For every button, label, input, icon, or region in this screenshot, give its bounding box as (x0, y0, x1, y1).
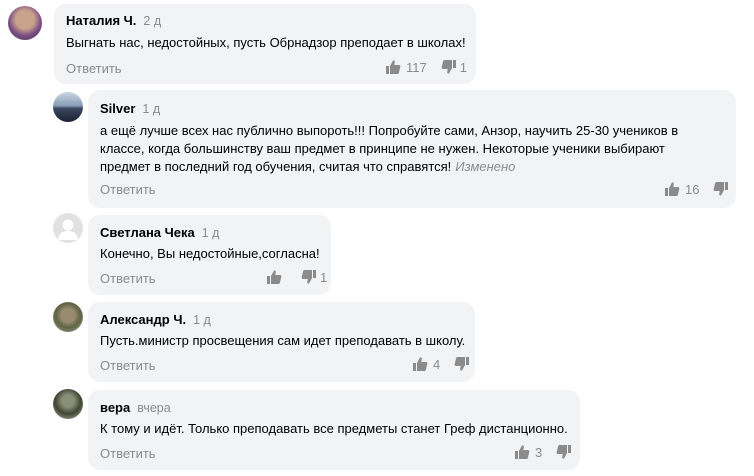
thumbs-down-icon (454, 357, 470, 371)
like-count: 117 (406, 59, 427, 75)
like-count: 3 (535, 444, 543, 460)
thumbs-down-icon (556, 445, 572, 459)
reply-button[interactable]: Ответить (100, 271, 156, 286)
comment-time: 1 д (201, 226, 220, 240)
dislike-button[interactable]: 1 (441, 59, 467, 75)
comment-time: 2 д (143, 14, 162, 28)
comment-header: Наталия Ч. 2 д (66, 12, 161, 30)
like-button[interactable]: 16 (664, 181, 699, 197)
comment-text: Конечно, Вы недостойные,согласна! (100, 245, 325, 263)
like-button[interactable] (266, 269, 287, 285)
thumbs-down-icon (714, 182, 729, 196)
like-count: 16 (685, 181, 700, 197)
thumbs-up-icon (386, 60, 401, 74)
vote-controls: 4 (412, 356, 475, 372)
thumbs-up-icon (413, 357, 428, 371)
comment-time: вчера (137, 401, 171, 415)
like-button[interactable]: 4 (412, 356, 440, 372)
thumbs-down-icon (301, 270, 316, 284)
avatar[interactable] (53, 213, 83, 243)
comment-header: Светлана Чека 1 д (100, 224, 219, 242)
comment-text-body: Пусть.министр просвещения сам идет препо… (100, 333, 466, 348)
author-name[interactable]: Александр Ч. (100, 312, 186, 327)
comment-header: Александр Ч. 1 д (100, 311, 211, 329)
like-count: 4 (433, 356, 441, 372)
reply-button[interactable]: Ответить (100, 446, 156, 461)
dislike-count: 1 (459, 59, 467, 75)
vote-controls: 3 (514, 444, 577, 460)
comment-text: К тому и идёт. Только преподавать все пр… (100, 420, 575, 438)
avatar[interactable] (8, 6, 42, 40)
comment-text-body: Конечно, Вы недостойные,согласна! (100, 246, 320, 261)
comment-header: вера вчера (100, 399, 171, 417)
comment-header: Silver 1 д (100, 100, 160, 118)
thumbs-down-icon (441, 60, 456, 74)
author-name[interactable]: вера (100, 400, 130, 415)
dislike-button[interactable] (454, 356, 475, 372)
avatar[interactable] (53, 92, 83, 122)
like-button[interactable]: 3 (514, 444, 542, 460)
thumbs-up-icon (665, 182, 680, 196)
author-name[interactable]: Наталия Ч. (66, 13, 136, 28)
vote-controls: 1 (266, 269, 327, 285)
comment-text-body: а ещё лучше всех нас публично выпороть!!… (100, 123, 679, 174)
dislike-button[interactable] (556, 444, 577, 460)
dislike-button[interactable]: 1 (301, 269, 327, 285)
like-button[interactable]: 117 (385, 59, 427, 75)
comment-time: 1 д (193, 313, 211, 327)
reply-button[interactable]: Ответить (100, 182, 156, 197)
dislike-count: 1 (320, 269, 328, 285)
avatar[interactable] (53, 302, 83, 332)
comment-text: Выгнать нас, недостойных, пусть Обрнадзо… (66, 34, 466, 52)
comment-text: а ещё лучше всех нас публично выпороть!!… (100, 122, 700, 176)
vote-controls: 117 1 (385, 59, 467, 75)
reply-button[interactable]: Ответить (100, 358, 156, 373)
author-name[interactable]: Silver (100, 101, 135, 116)
avatar[interactable] (53, 389, 83, 419)
comment-time: 1 д (142, 102, 161, 116)
reply-button[interactable]: Ответить (66, 61, 122, 76)
comment-text: Пусть.министр просвещения сам идет препо… (100, 332, 470, 350)
thumbs-up-icon (267, 270, 282, 284)
dislike-button[interactable] (713, 181, 734, 197)
comment-text-body: Выгнать нас, недостойных, пусть Обрнадзо… (66, 35, 466, 50)
author-name[interactable]: Светлана Чека (100, 225, 195, 240)
default-user-icon (58, 219, 78, 240)
vote-controls: 16 (664, 181, 734, 197)
edited-label: Изменено (455, 159, 516, 174)
comment-text-body: К тому и идёт. Только преподавать все пр… (100, 421, 568, 436)
thumbs-up-icon (515, 445, 530, 459)
